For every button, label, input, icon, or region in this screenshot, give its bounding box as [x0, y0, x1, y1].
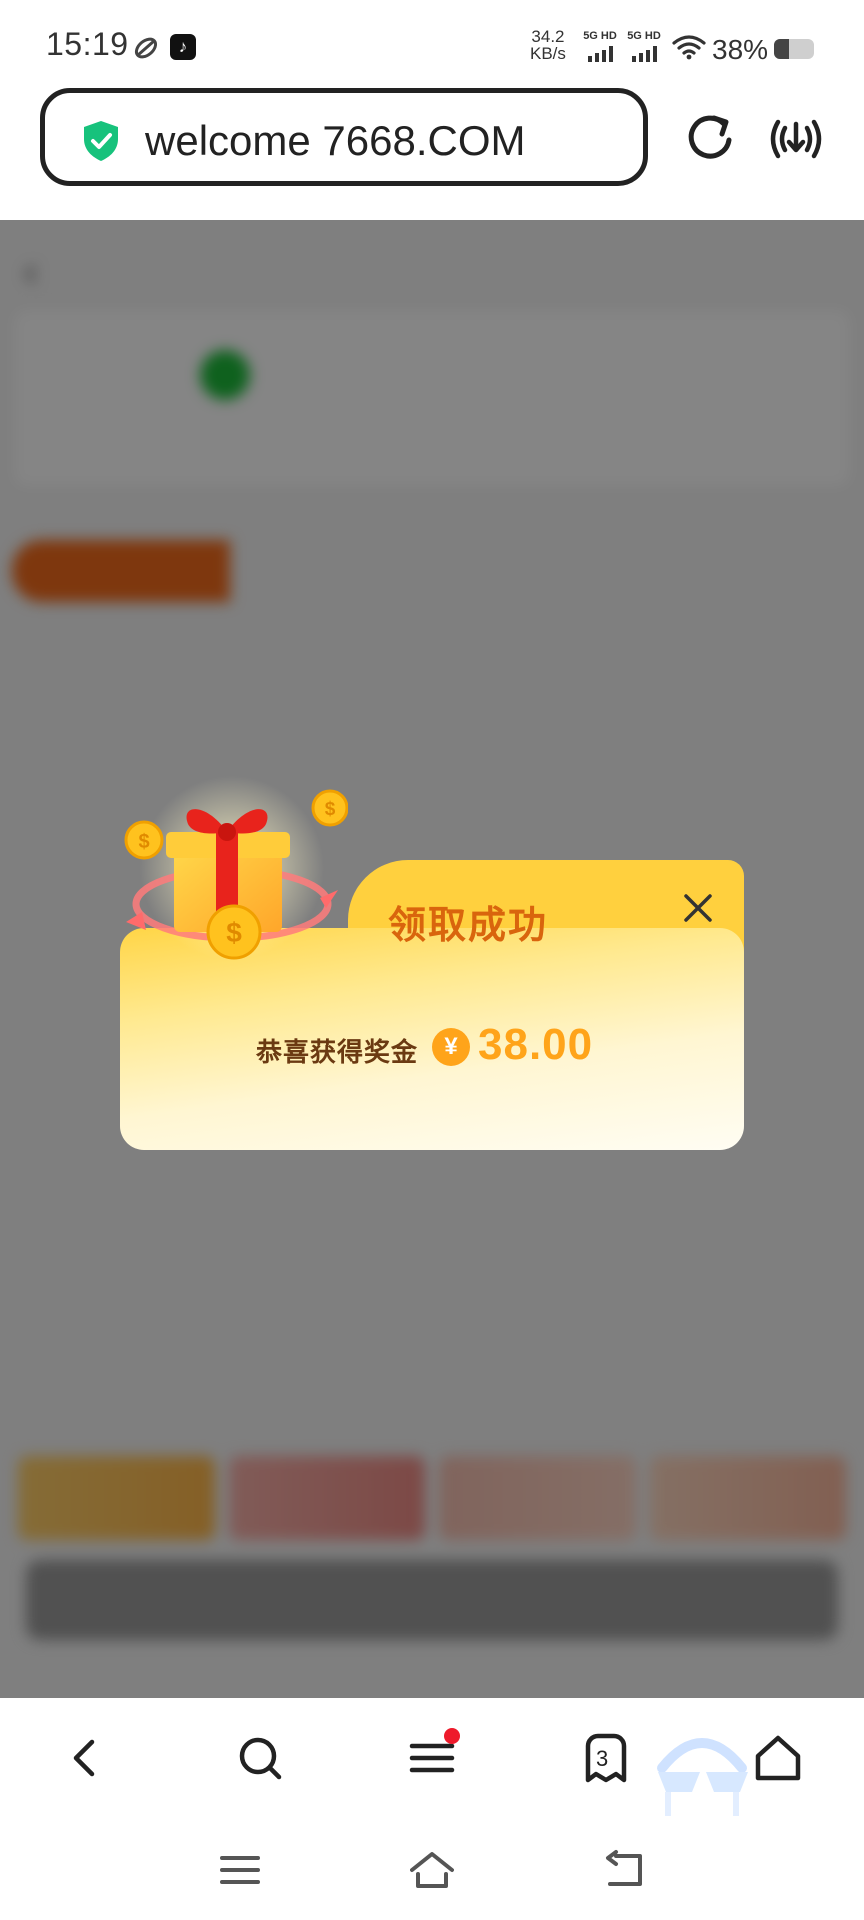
back-icon[interactable]: [602, 1848, 646, 1892]
wifi-icon: [672, 35, 706, 60]
svg-text:$: $: [325, 799, 336, 820]
home-icon[interactable]: [750, 1730, 806, 1786]
home-icon[interactable]: [410, 1848, 454, 1892]
reward-dialog: $ $ $ 领取成功 恭喜获得奖金 ¥ 38.00: [120, 776, 744, 1150]
battery-level: [774, 39, 790, 59]
shield-check-icon: [84, 121, 118, 161]
notification-dot: [444, 1728, 460, 1744]
tiktok-icon: ♪: [170, 34, 196, 60]
reward-message: 恭喜获得奖金: [256, 1037, 419, 1067]
svg-text:$: $: [226, 917, 242, 948]
url-text: welcome 7668.COM: [145, 117, 526, 164]
battery-icon: [774, 39, 814, 59]
network-speed-value: 34.2: [531, 27, 565, 46]
svg-text:$: $: [138, 831, 149, 853]
sim1-signal: 5G HD: [578, 30, 622, 62]
status-bar: 15:19 ♪ 34.2 KB/s 5G HD 5G HD 38%: [0, 0, 864, 86]
clock: 15:19: [46, 26, 129, 62]
sim2-signal: 5G HD: [622, 30, 666, 62]
signal-bars-icon: [578, 46, 622, 62]
dialog-title: 领取成功: [388, 905, 549, 947]
url-field[interactable]: welcome 7668.COM: [40, 88, 648, 186]
sim2-label: 5G HD: [627, 30, 661, 42]
recents-icon[interactable]: [218, 1848, 262, 1892]
tabs-button[interactable]: 3: [578, 1730, 634, 1786]
gift-box-icon: $ $ $: [124, 776, 348, 960]
mascot-sticker: [657, 1738, 748, 1816]
network-speed: 34.2 KB/s: [530, 28, 566, 62]
back-icon[interactable]: [58, 1730, 114, 1786]
close-icon[interactable]: [680, 890, 716, 926]
signal-bars-icon: [622, 46, 666, 62]
link-icon: [134, 37, 158, 59]
menu-button[interactable]: [404, 1728, 460, 1786]
battery-percent: 38%: [712, 34, 769, 65]
address-bar: welcome 7668.COM: [0, 86, 864, 220]
yuan-coin-icon: ¥: [432, 1028, 470, 1066]
broadcast-download-icon[interactable]: [766, 112, 826, 166]
tab-count: 3: [596, 1746, 609, 1771]
network-speed-unit: KB/s: [530, 44, 566, 63]
browser-toolbar: 3: [0, 1698, 864, 1818]
reload-icon[interactable]: [682, 110, 738, 166]
reward-amount: 38.00: [478, 1020, 594, 1069]
system-navigation: [0, 1818, 864, 1920]
sim1-label: 5G HD: [583, 30, 617, 42]
search-icon[interactable]: [232, 1730, 288, 1786]
